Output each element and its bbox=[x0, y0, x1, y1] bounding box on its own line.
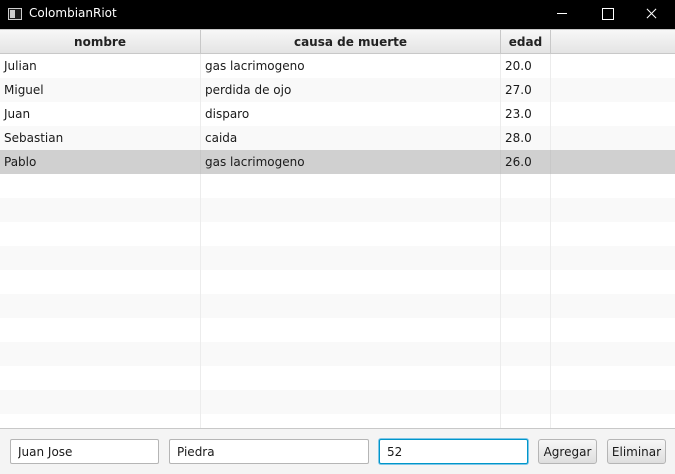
cell-filler bbox=[551, 54, 675, 78]
empty-cell bbox=[201, 294, 501, 318]
empty-cell bbox=[201, 414, 501, 428]
empty-cell bbox=[0, 246, 201, 270]
cell-edad: 23.0 bbox=[501, 102, 551, 126]
empty-cell bbox=[501, 174, 551, 198]
empty-cell bbox=[201, 270, 501, 294]
minimize-icon[interactable] bbox=[539, 0, 585, 29]
table-row[interactable]: Julian gas lacrimogeno 20.0 bbox=[0, 54, 675, 78]
empty-table-row bbox=[0, 174, 675, 198]
empty-table-row bbox=[0, 318, 675, 342]
empty-table-row bbox=[0, 198, 675, 222]
nombre-input[interactable] bbox=[10, 439, 159, 464]
empty-cell bbox=[551, 270, 675, 294]
empty-cell bbox=[551, 294, 675, 318]
cell-causa: disparo bbox=[201, 102, 501, 126]
column-header-nombre[interactable]: nombre bbox=[0, 30, 201, 54]
empty-cell bbox=[0, 390, 201, 414]
table-header: nombre causa de muerte edad bbox=[0, 30, 675, 54]
empty-table-row bbox=[0, 414, 675, 428]
empty-table-row bbox=[0, 222, 675, 246]
table-row[interactable]: Sebastian caida 28.0 bbox=[0, 126, 675, 150]
table-row[interactable]: Miguel perdida de ojo 27.0 bbox=[0, 78, 675, 102]
empty-cell bbox=[501, 294, 551, 318]
maximize-icon[interactable] bbox=[584, 0, 630, 29]
empty-cell bbox=[201, 318, 501, 342]
window-title: ColombianRiot bbox=[29, 6, 117, 20]
cell-edad: 27.0 bbox=[501, 78, 551, 102]
empty-cell bbox=[501, 366, 551, 390]
empty-cell bbox=[0, 366, 201, 390]
empty-cell bbox=[0, 198, 201, 222]
empty-cell bbox=[0, 414, 201, 428]
edad-input[interactable] bbox=[379, 439, 528, 464]
empty-cell bbox=[201, 246, 501, 270]
app-icon bbox=[8, 8, 22, 20]
empty-cell bbox=[551, 390, 675, 414]
empty-cell bbox=[501, 342, 551, 366]
cell-nombre: Juan bbox=[0, 102, 201, 126]
empty-cell bbox=[551, 342, 675, 366]
column-header-filler bbox=[551, 30, 675, 54]
empty-cell bbox=[201, 198, 501, 222]
empty-table-row bbox=[0, 246, 675, 270]
empty-cell bbox=[551, 318, 675, 342]
empty-cell bbox=[201, 222, 501, 246]
empty-cell bbox=[501, 198, 551, 222]
column-header-edad[interactable]: edad bbox=[501, 30, 551, 54]
empty-table-row bbox=[0, 366, 675, 390]
empty-cell bbox=[201, 366, 501, 390]
empty-cell bbox=[551, 198, 675, 222]
empty-cell bbox=[0, 294, 201, 318]
cell-filler bbox=[551, 150, 675, 174]
cell-causa: caida bbox=[201, 126, 501, 150]
empty-cell bbox=[501, 246, 551, 270]
empty-cell bbox=[551, 414, 675, 428]
empty-cell bbox=[501, 390, 551, 414]
empty-cell bbox=[0, 174, 201, 198]
empty-cell bbox=[501, 270, 551, 294]
agregar-button[interactable]: Agregar bbox=[538, 439, 597, 464]
empty-table-row bbox=[0, 270, 675, 294]
cell-causa: perdida de ojo bbox=[201, 78, 501, 102]
eliminar-button[interactable]: Eliminar bbox=[607, 439, 666, 464]
empty-cell bbox=[0, 318, 201, 342]
empty-table-row bbox=[0, 342, 675, 366]
empty-cell bbox=[551, 366, 675, 390]
cell-nombre: Julian bbox=[0, 54, 201, 78]
empty-cell bbox=[501, 318, 551, 342]
table-row-selected[interactable]: Pablo gas lacrimogeno 26.0 bbox=[0, 150, 675, 174]
cell-nombre: Sebastian bbox=[0, 126, 201, 150]
empty-cell bbox=[0, 270, 201, 294]
empty-cell bbox=[551, 174, 675, 198]
cell-filler bbox=[551, 126, 675, 150]
cell-edad: 20.0 bbox=[501, 54, 551, 78]
cell-filler bbox=[551, 78, 675, 102]
cell-causa: gas lacrimogeno bbox=[201, 54, 501, 78]
empty-cell bbox=[201, 390, 501, 414]
column-header-causa[interactable]: causa de muerte bbox=[201, 30, 501, 54]
empty-cell bbox=[551, 246, 675, 270]
title-bar: ColombianRiot bbox=[0, 0, 675, 29]
input-bar: Agregar Eliminar bbox=[0, 429, 675, 474]
empty-cell bbox=[501, 414, 551, 428]
empty-cell bbox=[201, 174, 501, 198]
cell-nombre: Pablo bbox=[0, 150, 201, 174]
cell-nombre: Miguel bbox=[0, 78, 201, 102]
empty-table-row bbox=[0, 390, 675, 414]
cell-causa: gas lacrimogeno bbox=[201, 150, 501, 174]
close-icon[interactable] bbox=[629, 0, 675, 29]
cell-edad: 26.0 bbox=[501, 150, 551, 174]
empty-cell bbox=[501, 222, 551, 246]
empty-cell bbox=[551, 222, 675, 246]
empty-cell bbox=[201, 342, 501, 366]
causa-input[interactable] bbox=[169, 439, 369, 464]
table-row[interactable]: Juan disparo 23.0 bbox=[0, 102, 675, 126]
victims-table[interactable]: nombre causa de muerte edad Julian gas l… bbox=[0, 29, 675, 429]
empty-table-row bbox=[0, 294, 675, 318]
empty-cell bbox=[0, 222, 201, 246]
empty-cell bbox=[0, 342, 201, 366]
cell-filler bbox=[551, 102, 675, 126]
cell-edad: 28.0 bbox=[501, 126, 551, 150]
